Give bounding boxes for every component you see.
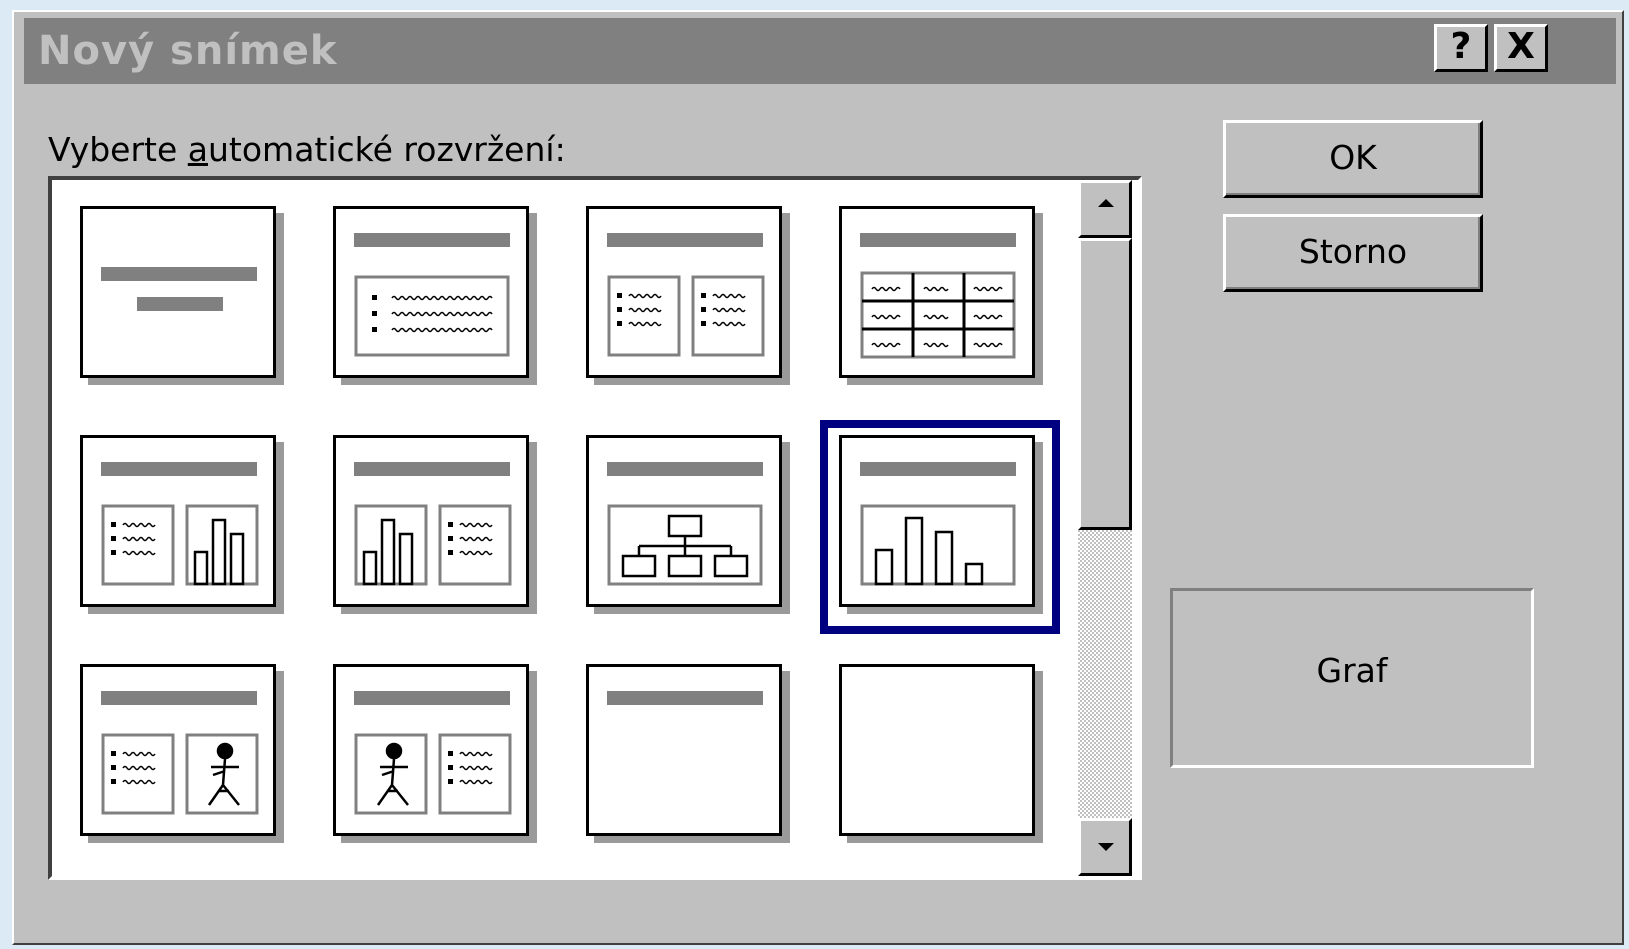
scroll-thumb[interactable]: [1078, 238, 1132, 530]
arrow-down-icon: [1098, 843, 1114, 851]
layout-blank[interactable]: [839, 664, 1035, 836]
layout-clip-art-and-text[interactable]: [333, 664, 529, 836]
layout-listbox[interactable]: [48, 176, 1142, 880]
layout-two-column-text[interactable]: [586, 206, 782, 378]
layout-chart-and-text[interactable]: [333, 435, 529, 607]
layout-prompt: Vyberte automatické rozvržení:: [48, 130, 566, 169]
layout-title-slide[interactable]: [80, 206, 276, 378]
scroll-down-button[interactable]: [1078, 818, 1132, 876]
window-title: Nový snímek: [38, 28, 338, 74]
layout-table[interactable]: [839, 206, 1035, 378]
layout-text-and-clip-art[interactable]: [80, 664, 276, 836]
layout-preview-label: Graf: [1170, 588, 1534, 768]
cancel-button[interactable]: Storno: [1223, 214, 1483, 292]
help-button[interactable]: ?: [1434, 24, 1488, 72]
new-slide-dialog: Nový snímek ? X Vyberte automatické rozv…: [12, 10, 1624, 945]
ok-button[interactable]: OK: [1223, 120, 1483, 198]
layout-bulleted-list[interactable]: [333, 206, 529, 378]
layout-text-and-chart[interactable]: [80, 435, 276, 607]
layout-title-only[interactable]: [586, 664, 782, 836]
title-bar: Nový snímek ? X: [24, 18, 1616, 84]
layout-organization-chart[interactable]: [586, 435, 782, 607]
selected-layout-highlight: [820, 420, 1060, 634]
layout-scrollbar[interactable]: [1078, 180, 1132, 876]
preview-text: Graf: [1316, 651, 1388, 690]
close-button[interactable]: X: [1494, 24, 1548, 72]
scroll-up-button[interactable]: [1078, 180, 1132, 238]
arrow-up-icon: [1098, 199, 1114, 207]
